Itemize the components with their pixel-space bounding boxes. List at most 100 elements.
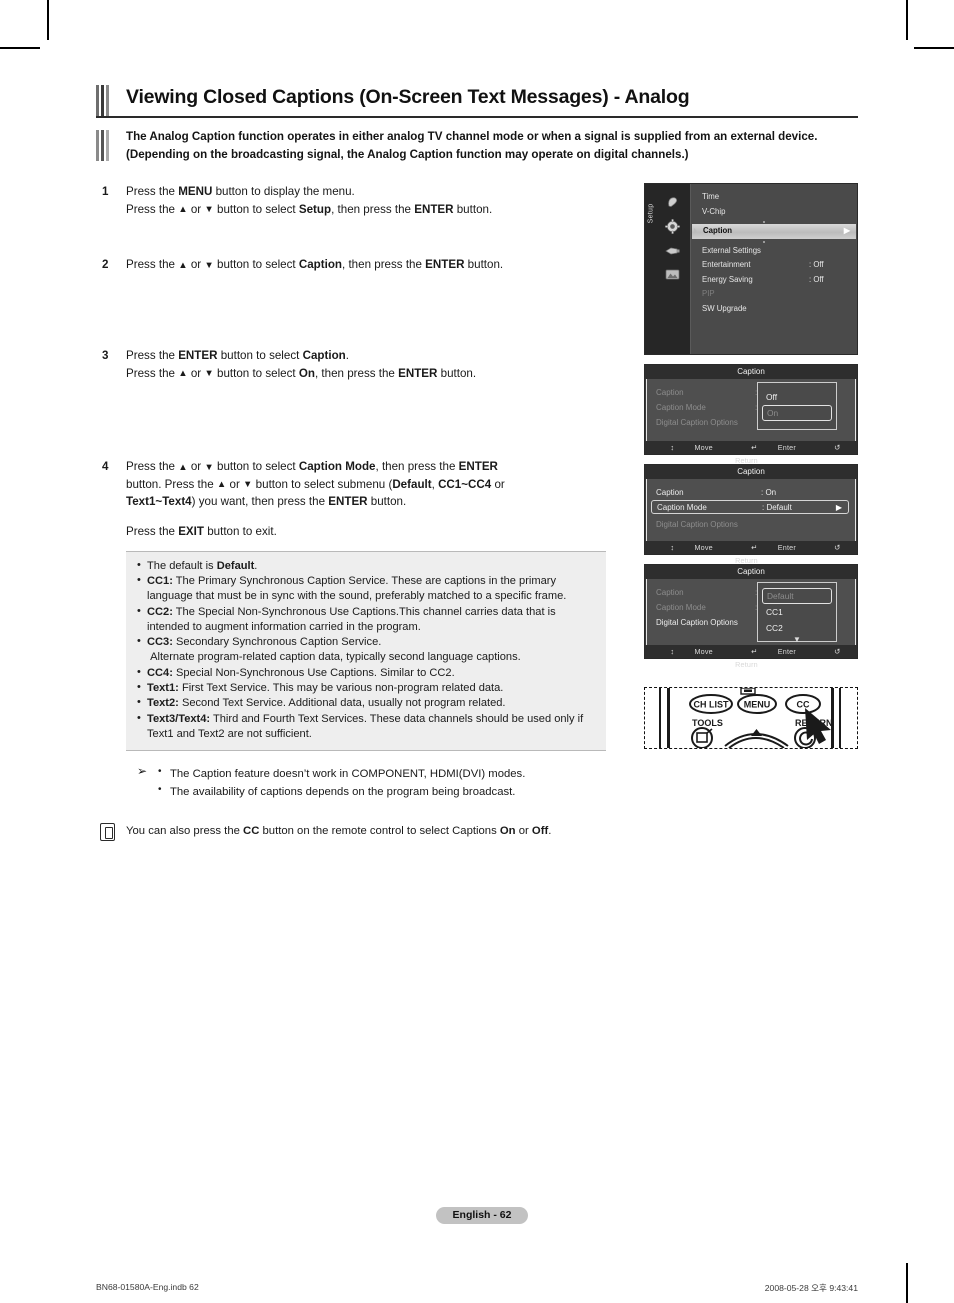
- step-4-number: 4: [102, 460, 109, 474]
- step-1-line-1: Press the MENU button to display the men…: [126, 185, 355, 199]
- osd-row-entertainment-value: : Off: [809, 260, 824, 270]
- osd-p4-dropdown-option-cc1[interactable]: CC1: [758, 604, 836, 620]
- remote-control-diagram: CH LIST MENU CC TOOLS RETURN: [644, 687, 858, 750]
- title-accent-bars: [96, 85, 112, 117]
- osd-panel-setup: Setup Time V-Chip Caption ▶ External Set…: [644, 183, 858, 356]
- osd-p3-row-caption-mode[interactable]: Caption Mode : Default ▶: [651, 500, 849, 515]
- step-4-line-3: Text1~Text4) you want, then press the EN…: [126, 495, 407, 509]
- step-3-line-1: Press the ENTER button to select Caption…: [126, 348, 349, 362]
- svg-text:TOOLS: TOOLS: [692, 718, 723, 728]
- osd-p3-row-caption[interactable]: Caption : On: [647, 485, 855, 500]
- osd-p4-dropdown-option-default[interactable]: Default: [762, 588, 832, 605]
- crop-mark-top-left-v: [47, 0, 49, 40]
- infobox-item: Text1: First Text Service. This may be v…: [136, 680, 596, 696]
- step-4: 4 Press the ▲ or ▼ button to select Capt…: [96, 458, 616, 540]
- note-pad-icon: [100, 823, 115, 842]
- osd-row-external-settings-label: External Settings: [702, 245, 761, 255]
- crop-mark-top-right-v: [906, 0, 908, 40]
- osd-row-pip-label: PIP: [702, 289, 715, 299]
- osd-row-time-label: Time: [702, 192, 720, 202]
- osd-row-vchip-label: V-Chip: [702, 206, 726, 216]
- osd-p4-dropdown[interactable]: Default CC1 CC2 ▼: [757, 582, 837, 644]
- intro-paragraph-block: The Analog Caption function operates in …: [96, 128, 858, 163]
- osd-row-time[interactable]: Time: [691, 190, 857, 205]
- osd-p3-enter-hint: ↵ Enter: [751, 543, 796, 553]
- osd-row-sw-upgrade[interactable]: SW Upgrade: [691, 302, 857, 317]
- chevron-right-icon: ▶: [835, 503, 842, 513]
- osd-setup-rail-label: Setup: [647, 203, 655, 224]
- infobox-item: Text3/Text4: Third and Fourth Text Servi…: [136, 711, 596, 743]
- osd-p3-row-caption-value: : On: [761, 488, 777, 498]
- osd-row-energy-saving[interactable]: Energy Saving : Off: [691, 273, 857, 288]
- hand-icon: [664, 194, 681, 211]
- infobox-item: Text2: Second Text Service. Additional d…: [136, 695, 596, 711]
- svg-text:CC: CC: [797, 700, 810, 710]
- osd-panel4-title: Caption: [645, 565, 857, 580]
- crop-mark-bottom-right-v: [906, 1263, 908, 1303]
- note-item: The Caption feature doesn’t work in COMP…: [158, 764, 616, 783]
- chevron-right-icon: ▶: [843, 226, 850, 236]
- osd-p4-footer: ↕ Move ↵ Enter ↺ Return: [645, 645, 857, 669]
- step-2: 2 Press the ▲ or ▼ button to select Capt…: [96, 256, 616, 274]
- osd-p3-row-caption-mode-label: Caption Mode: [657, 503, 707, 513]
- step-1-line-2: Press the ▲ or ▼ button to select Setup,…: [126, 202, 493, 216]
- osd-panel2-body: Caption : Caption Mode : Digital Caption…: [646, 379, 856, 442]
- osd-row-vchip[interactable]: V-Chip: [691, 205, 857, 220]
- footer-file-info: BN68-01580A-Eng.indb 62: [96, 1282, 199, 1292]
- osd-row-energy-saving-value: : Off: [809, 274, 824, 284]
- crop-mark-top-left-h: [0, 47, 40, 49]
- step-1: 1 Press the MENU button to display the m…: [96, 183, 616, 218]
- intro-accent-bars: [96, 130, 112, 162]
- notes-list: The Caption feature doesn’t work in COMP…: [158, 764, 616, 801]
- osd-p2-footer: ↕ Move ↵ Enter ↺ Return: [645, 441, 857, 465]
- osd-p3-row-caption-mode-value: : Default: [762, 503, 792, 513]
- intro-text: The Analog Caption function operates in …: [126, 130, 818, 161]
- plug-icon: [664, 242, 681, 259]
- note-item: The availability of captions depends on …: [158, 782, 616, 801]
- osd-p2-enter-hint: ↵ Enter: [751, 443, 796, 453]
- osd-p3-move-hint: ↕ Move: [670, 543, 713, 553]
- notes-block: ➢ The Caption feature doesn’t work in CO…: [126, 764, 616, 801]
- caption-mode-list: The default is Default. CC1: The Primary…: [136, 558, 596, 743]
- tip-text: You can also press the CC button on the …: [126, 825, 552, 838]
- osd-p2-row-caption-mode-label: Caption Mode: [656, 403, 706, 413]
- osd-p2-dropdown-option-off[interactable]: Off: [758, 389, 836, 405]
- gear-icon: [664, 218, 681, 235]
- osd-row-pip: PIP: [691, 287, 857, 302]
- footer-timestamp: 2008-05-28 오후 9:43:41: [764, 1283, 858, 1293]
- step-3-number: 3: [102, 348, 109, 362]
- selection-marker-icon: [694, 228, 697, 235]
- step-3-line-2: Press the ▲ or ▼ button to select On, th…: [126, 366, 477, 380]
- osd-row-caption[interactable]: Caption ▶: [692, 224, 856, 239]
- svg-text:CH LIST: CH LIST: [694, 700, 730, 710]
- osd-panel4-body: Caption : Caption Mode : Digital Caption…: [646, 579, 856, 646]
- caption-mode-infobox: The default is Default. CC1: The Primary…: [126, 550, 606, 752]
- osd-p4-row-digital-options-label: Digital Caption Options: [656, 618, 738, 628]
- osd-p4-row-caption-label: Caption: [656, 588, 684, 598]
- step-4-line-2: button. Press the ▲ or ▼ button to selec…: [126, 477, 505, 491]
- infobox-item: CC2: The Special Non-Synchronous Use Cap…: [136, 604, 596, 636]
- osd-panel-caption-on: Caption Caption : On Caption Mode : Defa…: [644, 464, 858, 565]
- osd-setup-rail: Setup: [645, 184, 691, 355]
- osd-p2-dropdown[interactable]: Off On: [757, 382, 837, 431]
- step-4-line-5: Press the EXIT button to exit.: [126, 525, 277, 538]
- tip-block: You can also press the CC button on the …: [96, 823, 616, 842]
- osd-p2-dropdown-option-on[interactable]: On: [762, 405, 832, 422]
- svg-text:MENU: MENU: [744, 700, 771, 710]
- osd-panel2-title: Caption: [645, 365, 857, 380]
- osd-panel3-body: Caption : On Caption Mode : Default ▶ Di…: [646, 479, 856, 542]
- chevron-down-icon[interactable]: ▼: [758, 636, 836, 646]
- osd-p4-dropdown-option-cc2[interactable]: CC2: [758, 620, 836, 636]
- osd-panel-caption-onoff: Caption Caption : Caption Mode : Digital…: [644, 364, 858, 465]
- osd-screenshots-column: Setup Time V-Chip Caption ▶ External Set…: [644, 183, 858, 750]
- osd-row-entertainment[interactable]: Entertainment : Off: [691, 258, 857, 273]
- infobox-item: CC4: Special Non-Synchronous Use Caption…: [136, 665, 596, 681]
- osd-row-external-settings[interactable]: External Settings: [691, 244, 857, 259]
- osd-row-energy-saving-label: Energy Saving: [702, 274, 753, 284]
- osd-p2-move-hint: ↕ Move: [670, 443, 713, 453]
- page-title-block: Viewing Closed Captions (On-Screen Text …: [96, 85, 858, 119]
- step-1-number: 1: [102, 185, 109, 199]
- picture-icon: [664, 266, 681, 283]
- body-area: 1 Press the MENU button to display the m…: [96, 183, 858, 842]
- crop-mark-top-right-h: [914, 47, 954, 49]
